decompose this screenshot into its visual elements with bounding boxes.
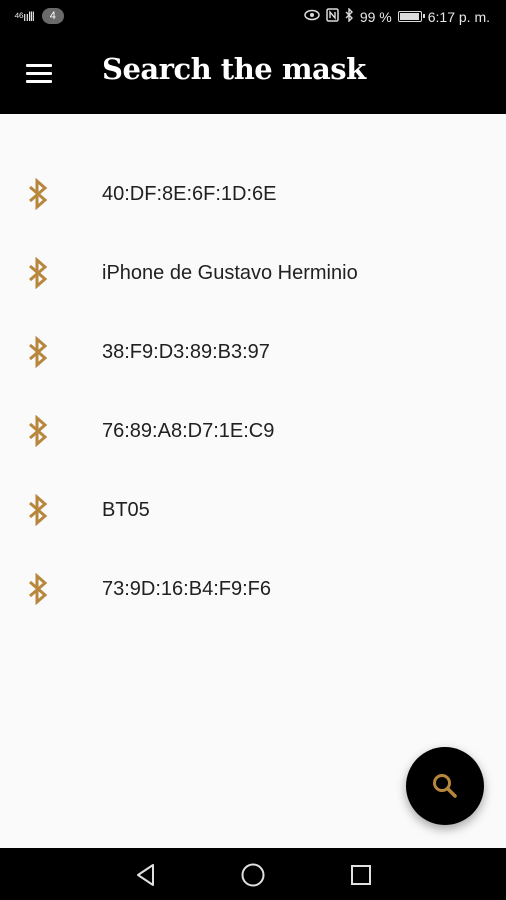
bluetooth-icon	[26, 493, 50, 527]
eye-icon	[304, 9, 320, 24]
device-list-item[interactable]: 38:F9:D3:89:B3:97	[0, 312, 506, 391]
bluetooth-icon	[26, 414, 50, 448]
device-list-item[interactable]: 76:89:A8:D7:1E:C9	[0, 391, 506, 470]
hamburger-menu-icon[interactable]	[22, 58, 58, 90]
device-list-item[interactable]: BT05	[0, 470, 506, 549]
battery-percent: 99 %	[359, 8, 392, 25]
status-left: ⁴⁶ıılll 4	[14, 8, 64, 24]
page-title: Search the mask	[102, 52, 366, 86]
device-name: BT05	[102, 499, 150, 521]
recents-square-icon[interactable]	[348, 862, 374, 888]
device-name: 40:DF:8E:6F:1D:6E	[102, 183, 277, 205]
device-name: 38:F9:D3:89:B3:97	[102, 341, 270, 363]
battery-icon	[397, 11, 425, 22]
bluetooth-icon	[26, 572, 50, 606]
device-list-item[interactable]: iPhone de Gustavo Herminio	[0, 233, 506, 312]
bluetooth-icon	[26, 256, 50, 290]
app-bar: Search the mask	[0, 34, 506, 114]
device-name: 76:89:A8:D7:1E:C9	[102, 420, 275, 442]
search-fab-button[interactable]	[406, 747, 484, 825]
device-name: 73:9D:16:B4:F9:F6	[102, 578, 271, 600]
home-circle-icon[interactable]	[240, 862, 266, 888]
notification-count-badge: 4	[41, 8, 64, 24]
device-list-item[interactable]: 40:DF:8E:6F:1D:6E	[0, 154, 506, 233]
back-triangle-icon[interactable]	[133, 862, 159, 888]
bluetooth-status-icon	[345, 7, 354, 25]
device-name: iPhone de Gustavo Herminio	[102, 262, 358, 284]
system-nav-bar	[0, 848, 506, 900]
clock: 6:17 p. m.	[427, 8, 490, 25]
nfc-icon	[326, 8, 339, 25]
signal-icon: ⁴⁶ıılll	[14, 8, 35, 24]
search-icon	[433, 774, 457, 798]
status-bar: ⁴⁶ıılll 4 99 % 6:17 p. m.	[0, 0, 506, 34]
device-list: 40:DF:8E:6F:1D:6E iPhone de Gustavo Hermi…	[0, 154, 506, 628]
device-list-item[interactable]: 73:9D:16:B4:F9:F6	[0, 549, 506, 628]
bluetooth-icon	[26, 177, 50, 211]
status-right: 99 % 6:17 p. m.	[304, 7, 490, 25]
bluetooth-icon	[26, 335, 50, 369]
